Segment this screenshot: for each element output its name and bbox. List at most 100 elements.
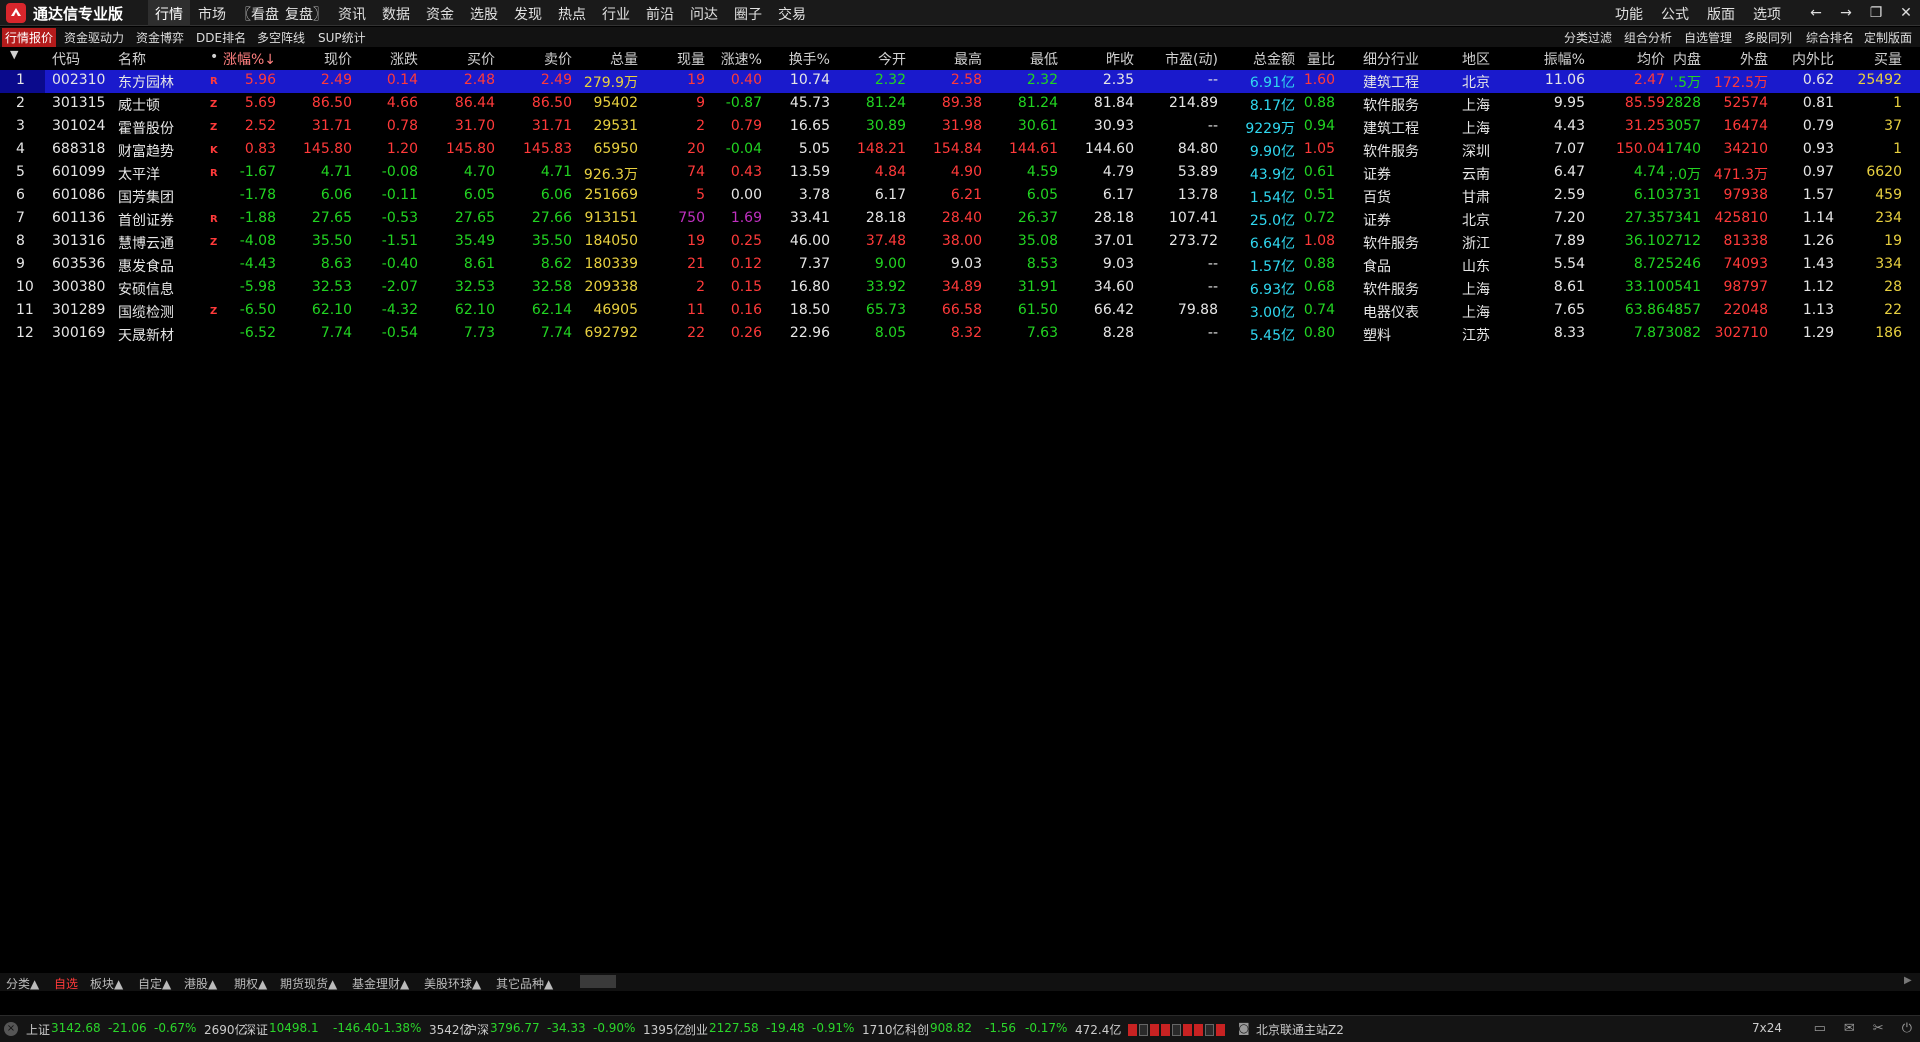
menu-item-6[interactable]: 资金 [418, 0, 462, 26]
right-subtab-0[interactable]: 分类过滤 [1564, 29, 1612, 46]
menu-item-0[interactable]: 行情 [148, 0, 190, 26]
menu-item-4[interactable]: 资讯 [330, 0, 374, 26]
index-sz-name[interactable]: 深证 [244, 1021, 268, 1038]
status-close-icon[interactable]: × [4, 1022, 18, 1036]
table-row[interactable]: 1 002310 东方园林 R 5.96 2.49 0.14 2.48 2.49 279.9万 19… [0, 70, 1920, 93]
menu-item-11[interactable]: 前沿 [638, 0, 682, 26]
column-header-amount[interactable]: 总金额 [1253, 49, 1295, 69]
camera-icon[interactable]: ◙ [1238, 1021, 1250, 1035]
column-header-turnover[interactable]: 换手% [789, 49, 830, 69]
table-row[interactable]: 2 301315 威士顿 Z 5.69 86.50 4.66 86.44 86.50 95402 9… [0, 93, 1920, 116]
subtab-3[interactable]: DDE排名 [196, 29, 246, 46]
column-header-avg[interactable]: 均价 [1637, 49, 1665, 69]
table-row[interactable]: 8 301316 慧博云通 Z -4.08 35.50 -1.51 35.49 35.50 184… [0, 231, 1920, 254]
column-header-industry[interactable]: 细分行业 [1363, 49, 1419, 69]
tools-icon[interactable]: ✂ [1873, 1021, 1884, 1036]
subtab-4[interactable]: 多空阵线 [257, 29, 305, 46]
category-tab-2[interactable]: 板块▲ [90, 975, 123, 992]
index-cy-name[interactable]: 创业 [684, 1021, 708, 1038]
column-header-speed[interactable]: 涨速% [721, 49, 762, 69]
right-subtab-1[interactable]: 组合分析 [1624, 29, 1672, 46]
column-header-ask[interactable]: 卖价 [544, 49, 572, 69]
category-tab-5[interactable]: 期权▲ [234, 975, 267, 992]
forward-arrow-icon[interactable]: → [1838, 3, 1854, 23]
subtab-2[interactable]: 资金博弈 [136, 29, 184, 46]
column-header-vol[interactable]: 总量 [610, 49, 638, 69]
column-header-amplitude[interactable]: 振幅% [1544, 49, 1585, 69]
column-header-high[interactable]: 最高 [954, 49, 982, 69]
keyboard-icon[interactable]: ▭ [1814, 1021, 1826, 1036]
table-row[interactable]: 11 301289 国缆检测 Z -6.50 62.10 -4.32 62.10 62.14 46… [0, 300, 1920, 323]
restore-icon[interactable]: ❐ [1868, 3, 1884, 23]
table-row[interactable]: 6 601086 国芳集团 -1.78 6.06 -0.11 6.05 6.06 251669 5… [0, 185, 1920, 208]
category-tab-7[interactable]: 基金理财▲ [352, 975, 409, 992]
table-row[interactable]: 5 601099 太平洋 R -1.67 4.71 -0.08 4.70 4.71 926.3万 7… [0, 162, 1920, 185]
category-tab-4[interactable]: 港股▲ [184, 975, 217, 992]
table-row[interactable]: 9 603536 惠发食品 -4.43 8.63 -0.40 8.61 8.62 180339 2… [0, 254, 1920, 277]
column-header-bid[interactable]: 买价 [467, 49, 495, 69]
column-header-pe[interactable]: 市盈(动) [1165, 49, 1218, 69]
menu-item-2[interactable]: 〖看盘 [234, 0, 282, 26]
menu-item-12[interactable]: 问达 [682, 0, 726, 26]
menu-item-5[interactable]: 数据 [374, 0, 418, 26]
column-header-io-ratio[interactable]: 内外比 [1792, 49, 1834, 69]
column-header-price[interactable]: 现价 [324, 49, 352, 69]
right-menu-item-2[interactable]: 版面 [1698, 0, 1744, 28]
category-tab-8[interactable]: 美股环球▲ [424, 975, 481, 992]
right-menu-item-1[interactable]: 公式 [1652, 0, 1698, 28]
right-subtab-5[interactable]: 定制版面 [1864, 29, 1912, 46]
menu-item-3[interactable]: 复盘〗 [282, 0, 330, 26]
menu-item-13[interactable]: 圈子 [726, 0, 770, 26]
column-header-outer[interactable]: 外盘 [1740, 49, 1768, 69]
menu-item-8[interactable]: 发现 [506, 0, 550, 26]
message-icon[interactable]: ✉ [1844, 1021, 1855, 1036]
column-header-inner[interactable]: 内盘 [1673, 49, 1701, 69]
right-subtab-4[interactable]: 综合排名 [1806, 29, 1854, 46]
table-row[interactable]: 10 300380 安硕信息 -5.98 32.53 -2.07 32.53 32.58 209… [0, 277, 1920, 300]
menu-item-1[interactable]: 市场 [190, 0, 234, 26]
column-header-cur-vol[interactable]: 现量 [677, 49, 705, 69]
column-header-dot[interactable]: • [210, 49, 218, 65]
column-header-code[interactable]: 代码 [52, 49, 80, 69]
column-header-open[interactable]: 今开 [878, 49, 906, 69]
table-row[interactable]: 12 300169 天晟新材 -6.52 7.74 -0.54 7.73 7.74 692792… [0, 323, 1920, 346]
column-header-chg[interactable]: 涨跌 [390, 49, 418, 69]
column-header-name[interactable]: 名称 [118, 49, 146, 69]
table-row[interactable]: 4 688318 财富趋势 K 0.83 145.80 1.20 145.80 145.83 65… [0, 139, 1920, 162]
table-row[interactable]: 7 601136 首创证券 R -1.88 27.65 -0.53 27.65 27.66 913… [0, 208, 1920, 231]
column-header-bid-vol[interactable]: 买量 [1874, 49, 1902, 69]
server-status[interactable]: 北京联通主站Z2 [1256, 1021, 1344, 1038]
category-tab-6[interactable]: 期货现货▲ [280, 975, 337, 992]
menu-item-7[interactable]: 选股 [462, 0, 506, 26]
right-subtab-2[interactable]: 自选管理 [1684, 29, 1732, 46]
category-tab-0[interactable]: 分类▲ [6, 975, 39, 992]
right-subtab-3[interactable]: 多股同列 [1744, 29, 1792, 46]
cell-bid: 145.80 [446, 141, 495, 157]
column-header-chg-pct[interactable]: 涨幅%↓ [223, 49, 276, 69]
column-header-low[interactable]: 最低 [1030, 49, 1058, 69]
category-tab-9[interactable]: 其它品种▲ [496, 975, 553, 992]
column-header-vol-ratio[interactable]: 量比 [1307, 49, 1335, 69]
horizontal-scrollbar[interactable] [580, 975, 616, 988]
power-icon[interactable]: ⏻ [1902, 1021, 1912, 1036]
menu-item-10[interactable]: 行业 [594, 0, 638, 26]
back-arrow-icon[interactable]: ← [1808, 3, 1824, 23]
right-menu-item-3[interactable]: 选项 [1744, 0, 1790, 28]
subtab-5[interactable]: SUP统计 [318, 29, 366, 46]
menu-item-14[interactable]: 交易 [770, 0, 814, 26]
right-menu-item-0[interactable]: 功能 [1606, 0, 1652, 28]
index-kc-name[interactable]: 科创 [905, 1021, 929, 1038]
sort-arrow-icon[interactable]: ▼ [10, 48, 18, 61]
table-row[interactable]: 3 301024 霍普股份 Z 2.52 31.71 0.78 31.70 31.71 29531… [0, 116, 1920, 139]
category-tab-1[interactable]: 自选 [54, 975, 78, 992]
index-hs-name[interactable]: 沪深 [465, 1021, 489, 1038]
index-sh-name[interactable]: 上证 [26, 1021, 50, 1038]
close-icon[interactable]: ✕ [1898, 3, 1914, 23]
scroll-right-icon[interactable]: ▶ [1904, 975, 1916, 988]
column-header-region[interactable]: 地区 [1462, 49, 1490, 69]
subtab-0[interactable]: 行情报价 [2, 28, 57, 47]
subtab-1[interactable]: 资金驱动力 [64, 29, 124, 46]
column-header-prev[interactable]: 昨收 [1106, 49, 1134, 69]
category-tab-3[interactable]: 自定▲ [138, 975, 171, 992]
menu-item-9[interactable]: 热点 [550, 0, 594, 26]
